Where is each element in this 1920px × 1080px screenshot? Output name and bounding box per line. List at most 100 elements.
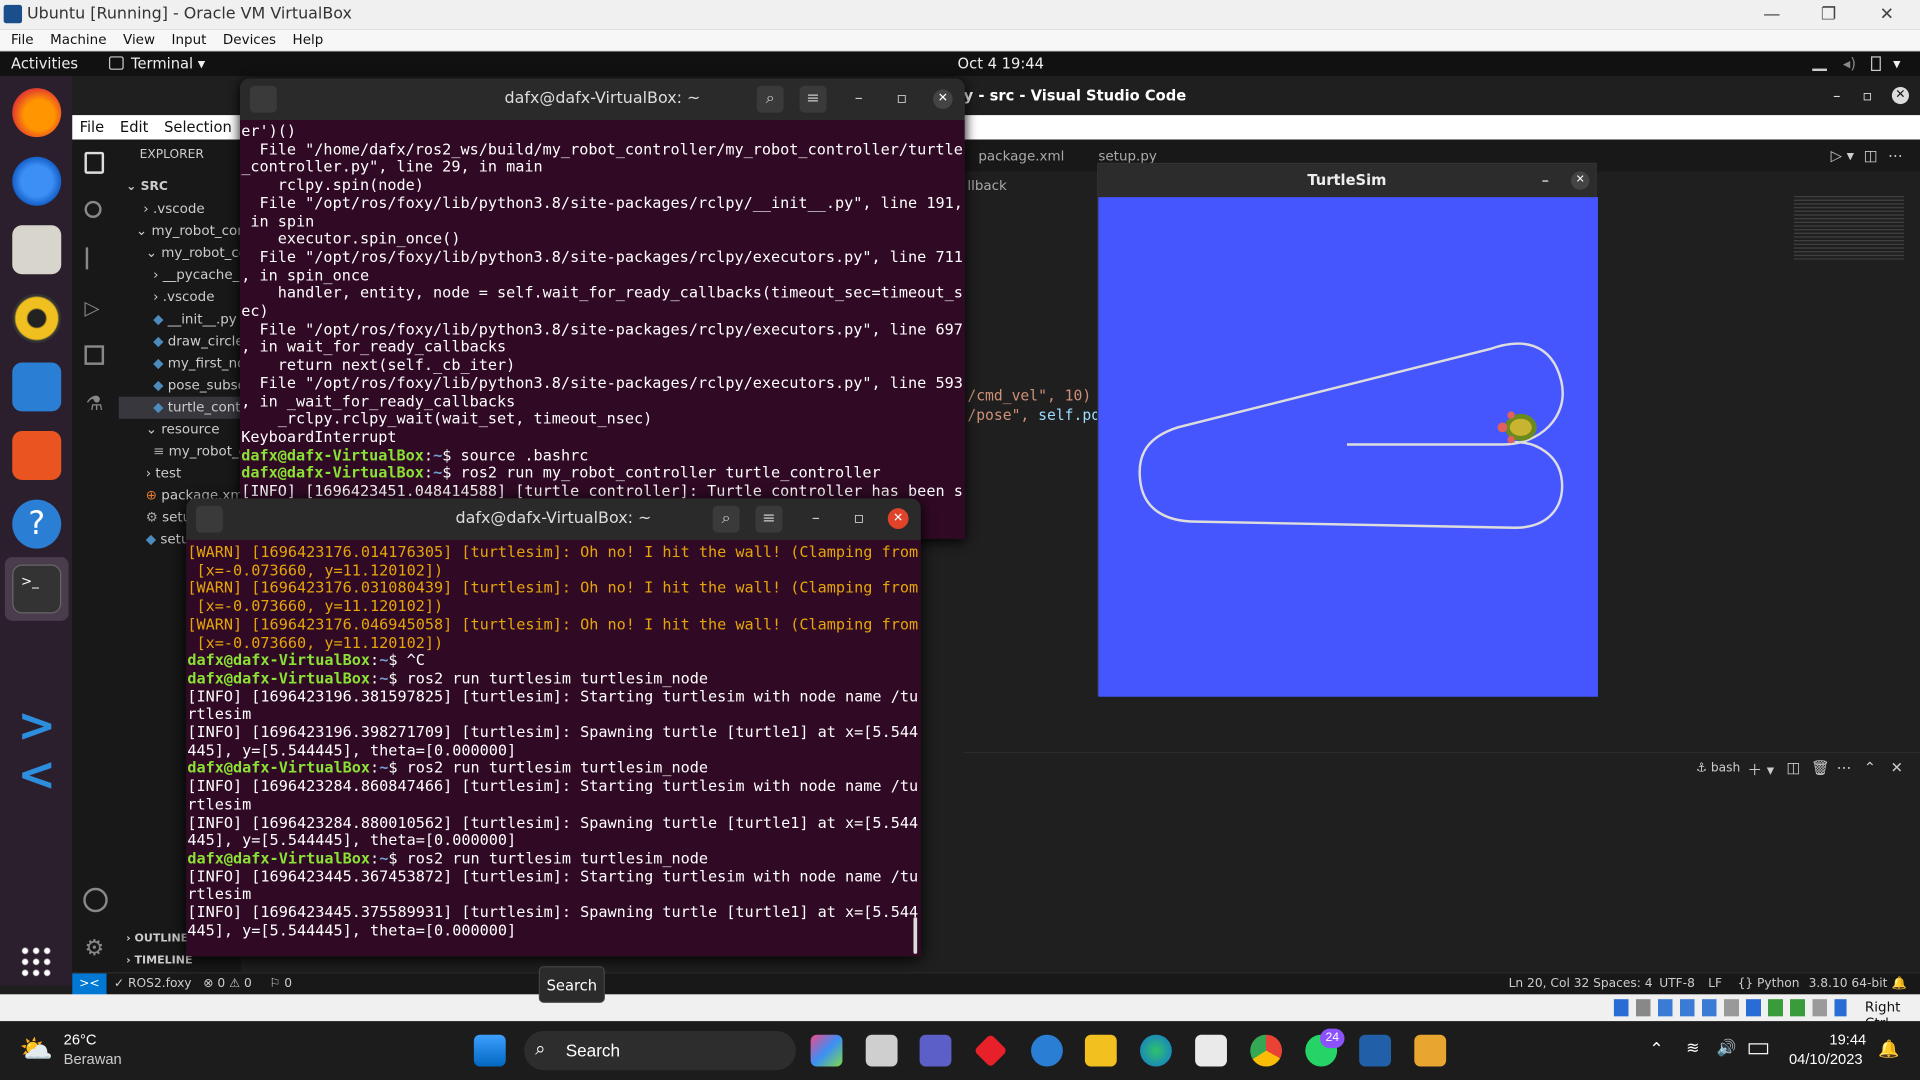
terminal-maximize-button[interactable]: ▫ (853, 498, 864, 540)
weather-desc[interactable]: Berawan (64, 1051, 122, 1068)
explorer-item[interactable]: ⌄ SRC (119, 176, 241, 198)
tab-setup-py[interactable]: setup.py (1098, 148, 1156, 164)
vsc-menu-file[interactable]: File (80, 119, 105, 136)
explorer-item[interactable]: ≡ my_robot_c (119, 441, 246, 463)
explorer-item[interactable]: ⌄ resource (119, 419, 241, 441)
menu-input[interactable]: Input (172, 32, 207, 48)
taskbar-time[interactable]: 19:44 (1829, 1031, 1866, 1048)
terminal-maximize-button[interactable]: ▫ (896, 78, 907, 120)
restore-button[interactable]: ❐ (1821, 0, 1836, 29)
terminal-shell-label[interactable]: ⚓ bash (1696, 762, 1740, 775)
terminal-close-button[interactable]: ✕ (933, 89, 953, 109)
menu-devices[interactable]: Devices (223, 32, 276, 48)
explorer-item[interactable]: ⌄ my_robot_co (119, 242, 247, 264)
minimize-button[interactable]: — (1763, 0, 1780, 29)
anydesk-icon[interactable] (973, 1033, 1008, 1068)
help-icon[interactable]: ? (12, 499, 62, 549)
activities-button[interactable]: Activities (11, 51, 78, 75)
virtualbox-icon[interactable] (1359, 1034, 1392, 1067)
notifications-bell-icon[interactable]: 🔔 (1892, 973, 1907, 995)
status-problems[interactable]: ⊗ 0 ⚠ 0 (203, 973, 252, 995)
menu-machine[interactable]: Machine (50, 32, 106, 48)
outline-section[interactable]: › OUTLINE (126, 933, 188, 945)
terminal-menu-icon[interactable]: ≡ (755, 505, 783, 533)
status-cursor[interactable]: Ln 20, Col 32 (1509, 973, 1590, 995)
split-terminal-icon[interactable]: ◫ (1787, 759, 1801, 776)
system-menu-icon[interactable]: ▾ (1893, 51, 1900, 75)
menu-file[interactable]: File (11, 32, 34, 48)
edge-icon[interactable] (1140, 1034, 1172, 1067)
extensions-icon[interactable] (84, 345, 105, 365)
turtlesim-close-button[interactable]: ✕ (1571, 171, 1590, 190)
testing-icon[interactable]: ⚗ (86, 392, 104, 415)
show-apps-icon[interactable] (19, 945, 54, 980)
explorer-item[interactable]: ⌄ my_robot_con (119, 220, 246, 242)
terminal-search-icon[interactable]: ⌕ (712, 505, 740, 533)
explorer-item[interactable]: ◆ my_first_no (119, 353, 245, 375)
thunderbird-icon[interactable] (12, 156, 62, 206)
taskbar-date[interactable]: 04/10/2023 (1789, 1051, 1863, 1068)
search-icon[interactable] (84, 200, 102, 218)
breadcrumb[interactable]: llback (967, 178, 1007, 194)
explorer-item[interactable]: ◆ turtle_contr (118, 396, 246, 419)
minimap[interactable] (1793, 195, 1905, 260)
maximize-panel-icon[interactable]: ⌃ (1864, 759, 1876, 776)
terminal-close-button[interactable]: ✕ (887, 508, 909, 529)
panel-more-icon[interactable]: ⋯ (1837, 759, 1852, 776)
timeline-section[interactable]: › TIMELINE (126, 955, 192, 967)
turtlesim-minimize-button[interactable]: – (1542, 164, 1549, 197)
terminal-dock-icon[interactable]: >_ (12, 564, 62, 614)
explorer-item[interactable]: ◆ __init__.py (119, 309, 241, 331)
run-file-icon[interactable]: ▷ ▾ (1831, 147, 1854, 164)
close-button[interactable]: ✕ (1880, 0, 1894, 29)
vscode-dock-icon[interactable]: >< (12, 700, 61, 798)
speaker-icon[interactable]: 🔊 (1717, 1038, 1737, 1058)
weather-temp[interactable]: 26°C (64, 1031, 97, 1048)
status-encoding[interactable]: UTF-8 (1659, 973, 1695, 995)
clock[interactable]: Oct 4 19:44 (958, 51, 1044, 75)
vscode-minimize-button[interactable]: – (1833, 76, 1840, 115)
status-interpreter[interactable]: 3.8.10 64-bit (1809, 973, 1888, 995)
accounts-icon[interactable] (83, 887, 108, 913)
wifi-icon[interactable]: ≋ (1686, 1038, 1699, 1058)
remote-indicator[interactable]: >< (72, 973, 107, 996)
terminal-search-icon[interactable]: ⌕ (756, 85, 784, 113)
hidden-icons-chevron[interactable]: ⌃ (1649, 1038, 1663, 1059)
copilot-icon[interactable] (810, 1034, 843, 1067)
status-indent[interactable]: Spaces: 4 (1593, 973, 1653, 995)
manage-gear-icon[interactable]: ⚙ (84, 936, 104, 962)
terminal-menu-icon[interactable]: ≡ (799, 85, 827, 113)
teams-icon[interactable] (919, 1034, 952, 1067)
terminal-output[interactable]: er')() File "/home/dafx/ros2_ws/build/my… (240, 120, 965, 539)
writer-icon[interactable] (12, 362, 62, 412)
terminal-minimize-button[interactable]: – (812, 498, 820, 540)
menu-help[interactable]: Help (293, 32, 324, 48)
run-debug-icon[interactable]: ▷ (84, 296, 99, 319)
firefox-icon[interactable] (12, 88, 62, 138)
network-icon[interactable] (1812, 56, 1827, 72)
status-branch[interactable]: ✓ ROS2.foxy (114, 973, 192, 995)
weather-icon[interactable]: ⛅ (20, 1033, 54, 1065)
vsc-menu-selection[interactable]: Selection (164, 119, 232, 136)
notification-bell-icon[interactable]: 🔔 (1878, 1038, 1899, 1059)
split-editor-icon[interactable]: ◫ (1864, 147, 1878, 164)
new-terminal-icon[interactable]: ＋ ▾ (1747, 759, 1774, 780)
explorer-item[interactable]: › .vscode (119, 287, 241, 309)
more-actions-icon[interactable]: ⋯ (1888, 147, 1903, 164)
help-app-icon[interactable] (1031, 1034, 1063, 1067)
files-icon[interactable] (12, 225, 62, 275)
terminal-minimize-button[interactable]: – (855, 78, 863, 120)
vscode-close-button[interactable]: ✕ (1891, 86, 1909, 105)
status-ports[interactable]: ⚐ 0 (269, 973, 292, 995)
new-tab-icon[interactable] (249, 85, 277, 113)
tab-package-xml[interactable]: package.xml (978, 148, 1064, 164)
explorer-item[interactable]: › .vscode (119, 198, 241, 220)
task-view-icon[interactable] (865, 1034, 898, 1067)
rhythmbox-icon[interactable] (12, 293, 62, 343)
status-eol[interactable]: LF (1708, 973, 1722, 995)
start-button[interactable] (473, 1034, 506, 1067)
battery-icon[interactable] (1748, 1043, 1769, 1055)
battery-icon[interactable] (1871, 56, 1881, 72)
volume-icon[interactable]: ◂) (1843, 51, 1856, 75)
taskbar-search[interactable]: ⌕ Search (524, 1031, 796, 1071)
